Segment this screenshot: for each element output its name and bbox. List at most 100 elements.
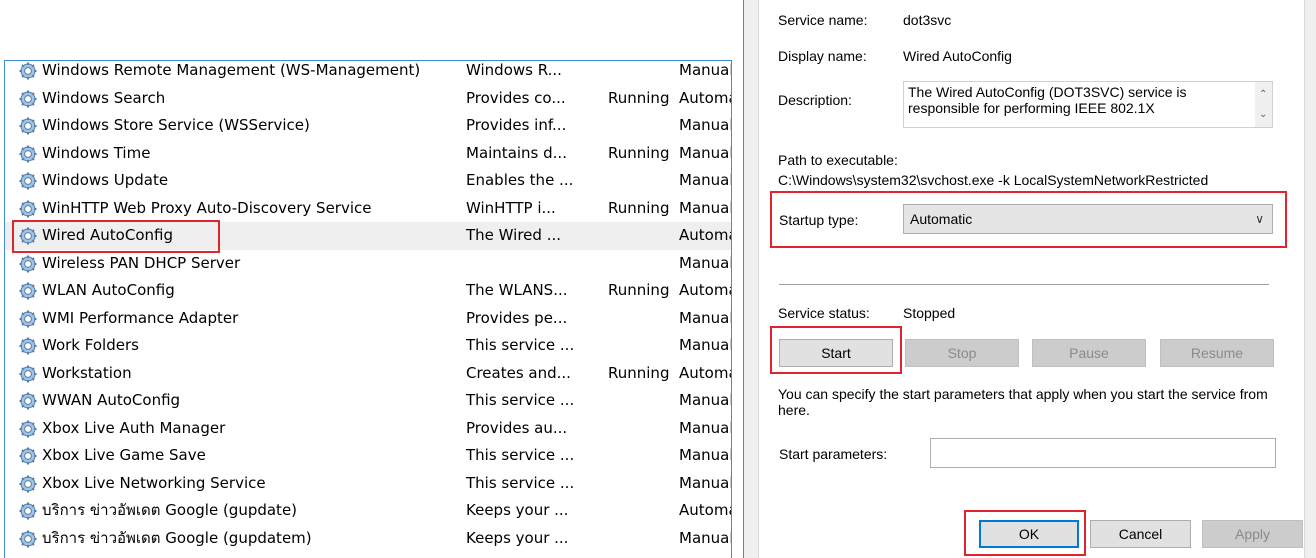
gear-icon: [19, 200, 37, 218]
service-startup-type: Automatic: [679, 363, 731, 382]
service-row[interactable]: Windows Time Maintains d... Running Manual: [5, 140, 731, 168]
service-startup-type: Automatic: [679, 281, 731, 299]
service-name: Xbox Live Networking Service: [42, 473, 266, 492]
gear-icon: [19, 475, 37, 493]
service-row[interactable]: Windows Search Provides co... Running Autom…: [5, 85, 731, 113]
apply-button[interactable]: Apply: [1202, 520, 1303, 548]
service-startup-type: Manual: [679, 473, 732, 492]
gear-icon: [19, 392, 37, 410]
service-name: Work Folders: [42, 336, 139, 354]
service-name: Windows Search: [42, 88, 166, 107]
service-startup-type: Manual: [679, 418, 732, 437]
service-name-value: dot3svc: [903, 12, 952, 28]
chevron-up-icon[interactable]: ⌃: [1259, 90, 1267, 100]
path-label: Path to executable:: [778, 152, 898, 168]
service-row[interactable]: Xbox Live Networking Service This service…: [5, 470, 732, 498]
service-startup-type: Manual: [679, 116, 732, 134]
service-description: Provides co...: [466, 88, 566, 107]
service-name: Windows Store Service (WSService): [42, 116, 310, 134]
pause-button[interactable]: Pause: [1032, 339, 1146, 367]
service-name: Windows Time: [42, 143, 151, 162]
service-description: Provides pe...: [466, 308, 568, 327]
service-description: Provides au...: [466, 418, 568, 437]
service-row[interactable]: บริการ ข่าวอัพเดต Google (gupdatem) Keeps…: [5, 525, 731, 553]
gear-icon: [19, 530, 37, 548]
path-value: C:\Windows\system32\svchost.exe -k Local…: [778, 172, 1209, 188]
service-startup-type: Automatic: [679, 88, 731, 107]
startup-type-value: Automatic: [910, 211, 973, 227]
service-startup-type: Manual: [679, 198, 732, 217]
gear-icon: [19, 282, 37, 300]
service-name: บริการ ข่าวอัพเดต Google (gupdatem): [42, 528, 312, 547]
startup-type-select[interactable]: Automatic ∨: [903, 204, 1273, 234]
cancel-button[interactable]: Cancel: [1090, 520, 1191, 548]
service-name: Xbox Live Auth Manager: [42, 418, 226, 437]
service-row[interactable]: Xbox Live Auth Manager Provides au... Manu…: [5, 415, 732, 443]
gear-icon: [19, 310, 37, 328]
service-row[interactable]: Windows Remote Management (WS-Management…: [5, 61, 732, 85]
service-description: Keeps your ...: [466, 528, 569, 547]
gear-icon: [19, 337, 37, 355]
service-name: Xbox Live Game Save: [42, 446, 206, 464]
gear-icon: [19, 145, 37, 163]
service-startup-type: Manual: [679, 446, 732, 464]
service-name: Workstation: [42, 363, 132, 382]
service-row[interactable]: Work Folders This service ... Manual: [5, 332, 731, 360]
service-row[interactable]: Wired AutoConfig The Wired ... Automatic: [5, 222, 731, 250]
service-description: Windows R...: [466, 61, 562, 79]
gear-icon: [19, 365, 37, 383]
service-row[interactable]: Wireless PAN DHCP Server Manual: [5, 250, 732, 278]
service-row[interactable]: Windows Store Service (WSService) Provide…: [5, 112, 732, 140]
service-description: Keeps your ...: [466, 501, 569, 519]
service-row[interactable]: WinHTTP Web Proxy Auto-Discovery Service…: [5, 195, 732, 223]
service-description: Creates and...: [466, 363, 571, 382]
service-row[interactable]: WMI Performance Adapter Provides pe... Man…: [5, 305, 732, 333]
service-description: Provides inf...: [466, 116, 567, 134]
service-row[interactable]: Workstation Creates and... Running Automati…: [5, 360, 731, 388]
description-label: Description:: [778, 92, 852, 108]
service-name-label: Service name:: [778, 12, 868, 28]
stop-button[interactable]: Stop: [905, 339, 1019, 367]
service-row[interactable]: บริการ ข่าวอัพเดต Google (gupdate) Keeps …: [5, 497, 731, 525]
service-startup-type: Manual: [679, 391, 732, 409]
description-scrollbar[interactable]: ⌃ ⌄: [1255, 82, 1272, 127]
resume-button[interactable]: Resume: [1160, 339, 1274, 367]
service-name: WLAN AutoConfig: [42, 281, 175, 299]
service-startup-type: Automatic: [679, 501, 731, 519]
start-params-input[interactable]: [930, 438, 1276, 468]
service-row[interactable]: Windows Update Enables the ... Manual: [5, 167, 732, 195]
service-description: The Wired ...: [466, 226, 561, 244]
chevron-down-icon: ∨: [1255, 212, 1264, 226]
gear-icon: [19, 447, 37, 465]
service-status: Running: [608, 88, 670, 107]
services-list: Windows Remote Management (WS-Management…: [4, 60, 732, 558]
service-status-label: Service status:: [778, 305, 870, 321]
service-startup-type: Manual: [679, 61, 732, 79]
service-startup-type: Manual: [679, 171, 732, 189]
service-status-value: Stopped: [903, 305, 956, 321]
service-name: Windows Update: [42, 171, 169, 189]
service-startup-type: Manual: [679, 253, 732, 272]
ok-button[interactable]: OK: [979, 520, 1079, 548]
divider: [779, 284, 1269, 285]
service-row[interactable]: WWAN AutoConfig This service ... Manual: [5, 387, 732, 415]
start-button[interactable]: Start: [779, 339, 893, 367]
description-text: The Wired AutoConfig (DOT3SVC) service i…: [908, 84, 1187, 116]
display-name-label: Display name:: [778, 48, 867, 64]
service-description: The WLANS...: [466, 281, 568, 299]
chevron-down-icon[interactable]: ⌄: [1259, 110, 1267, 120]
service-status: Running: [608, 143, 670, 162]
service-row[interactable]: WLAN AutoConfig The WLANS... Running Automa…: [5, 277, 731, 305]
start-params-label: Start parameters:: [779, 446, 888, 462]
service-startup-type: Manual: [679, 308, 732, 327]
service-description: WinHTTP i...: [466, 198, 556, 217]
gear-icon: [19, 117, 37, 135]
startup-type-label: Startup type:: [779, 212, 859, 228]
service-description: This service ...: [466, 391, 575, 409]
start-params-hint: You can specify the start parameters tha…: [778, 386, 1268, 418]
service-row[interactable]: Xbox Live Game Save This service ... Manua…: [5, 442, 732, 470]
description-box[interactable]: The Wired AutoConfig (DOT3SVC) service i…: [903, 81, 1273, 128]
service-description: Maintains d...: [466, 143, 567, 162]
gear-icon: [19, 502, 37, 520]
service-status: Running: [608, 281, 670, 299]
